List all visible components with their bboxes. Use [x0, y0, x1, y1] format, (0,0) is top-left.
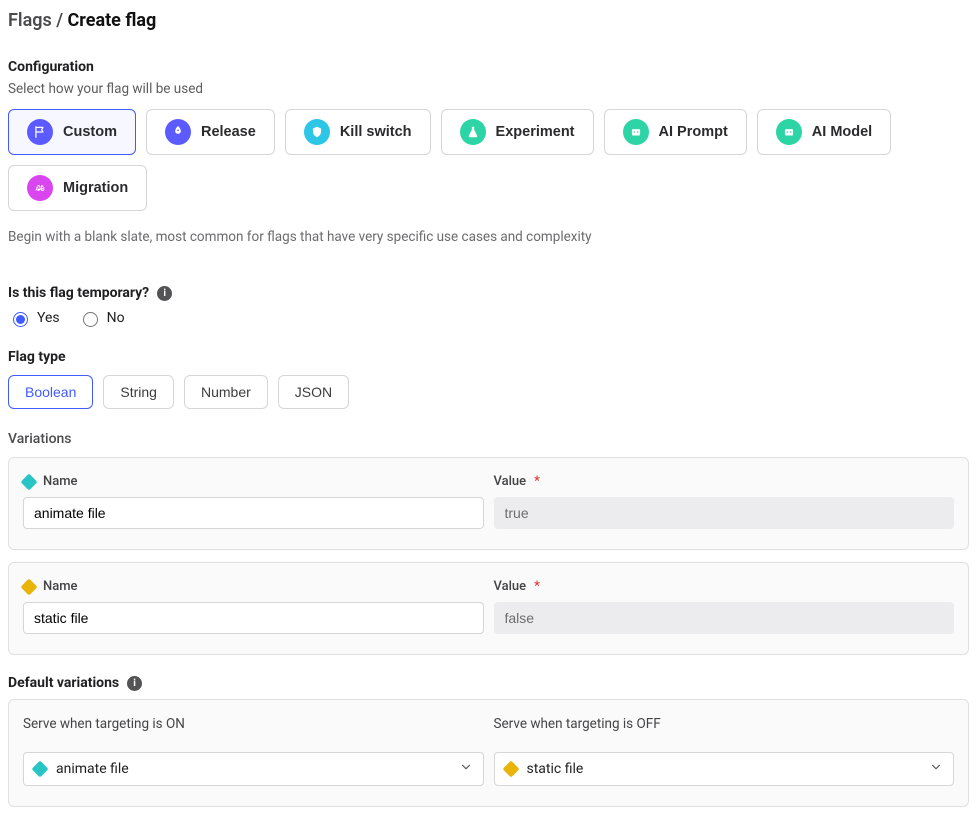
chevron-down-icon	[459, 760, 473, 778]
rocket-icon	[165, 119, 191, 145]
variation2-name-label: Name	[23, 579, 484, 594]
config-subtitle: Select how your flag will be used	[8, 81, 969, 97]
variation2-name-input[interactable]	[23, 602, 484, 634]
temporary-no-label[interactable]: No	[78, 309, 125, 327]
info-icon[interactable]: i	[127, 676, 142, 691]
diamond-icon	[21, 578, 38, 595]
config-kill-button[interactable]: Kill switch	[285, 109, 431, 155]
defaults-on-value: animate file	[56, 761, 129, 777]
config-custom-label: Custom	[63, 124, 117, 140]
temporary-question: Is this flag temporary?	[8, 285, 149, 301]
config-aiprompt-button[interactable]: AI Prompt	[604, 109, 747, 155]
flag-icon	[27, 119, 53, 145]
config-aimodel-button[interactable]: AI Model	[757, 109, 891, 155]
config-custom-button[interactable]: Custom	[8, 109, 136, 155]
config-aiprompt-label: AI Prompt	[659, 124, 728, 140]
diamond-icon	[21, 473, 38, 490]
breadcrumb-current: Create flag	[68, 10, 157, 31]
variation-row-2: Name Value *	[8, 562, 969, 655]
temporary-no-radio[interactable]	[83, 312, 98, 327]
defaults-off-label: Serve when targeting is OFF	[494, 716, 955, 732]
variation-row-1: Name Value *	[8, 457, 969, 550]
value-label-text: Value	[494, 579, 527, 594]
defaults-title: Default variations	[8, 675, 119, 691]
svg-text:A›B: A›B	[35, 186, 45, 192]
required-indicator: *	[534, 579, 540, 594]
diamond-icon	[32, 761, 49, 778]
breadcrumb-sep: /	[52, 10, 68, 31]
variations-title: Variations	[8, 431, 969, 447]
breadcrumb: Flags / Create flag	[8, 10, 969, 31]
name-label-text: Name	[43, 474, 78, 489]
config-release-label: Release	[201, 124, 256, 140]
variation1-name-label: Name	[23, 474, 484, 489]
config-title: Configuration	[8, 59, 969, 75]
defaults-off-value: static file	[527, 761, 584, 777]
defaults-panel: Serve when targeting is ON Serve when ta…	[8, 699, 969, 807]
config-kill-label: Kill switch	[340, 124, 412, 140]
diamond-icon	[502, 761, 519, 778]
flagtype-json-button[interactable]: JSON	[278, 375, 349, 409]
flagtype-options: Boolean String Number JSON	[8, 375, 969, 409]
config-description: Begin with a blank slate, most common fo…	[8, 229, 969, 245]
flagtype-string-button[interactable]: String	[103, 375, 174, 409]
flagtype-title: Flag type	[8, 349, 969, 365]
name-label-text: Name	[43, 579, 78, 594]
temporary-yes-label[interactable]: Yes	[8, 309, 60, 327]
temporary-question-row: Is this flag temporary? i	[8, 285, 969, 301]
config-migration-label: Migration	[63, 180, 128, 196]
required-indicator: *	[534, 474, 540, 489]
config-experiment-label: Experiment	[496, 124, 575, 140]
info-icon[interactable]: i	[157, 286, 172, 301]
flagtype-boolean-button[interactable]: Boolean	[8, 375, 93, 409]
variation2-value-label: Value *	[494, 579, 955, 594]
compare-icon: A›B	[27, 175, 53, 201]
variation1-value-label: Value *	[494, 474, 955, 489]
value-label-text: Value	[494, 474, 527, 489]
config-options: Custom Release Kill switch Experiment AI…	[8, 109, 969, 211]
flask-icon	[460, 119, 486, 145]
config-experiment-button[interactable]: Experiment	[441, 109, 594, 155]
config-migration-button[interactable]: A›B Migration	[8, 165, 147, 211]
flagtype-number-button[interactable]: Number	[184, 375, 268, 409]
temporary-radios: Yes No	[8, 309, 969, 327]
breadcrumb-parent[interactable]: Flags	[8, 10, 52, 31]
defaults-title-row: Default variations i	[8, 675, 969, 691]
temporary-yes-radio[interactable]	[13, 312, 28, 327]
config-aimodel-label: AI Model	[812, 124, 872, 140]
temporary-no-text: No	[107, 310, 125, 326]
variation2-value-input	[494, 602, 955, 634]
temporary-yes-text: Yes	[37, 310, 60, 326]
shield-icon	[304, 119, 330, 145]
variation1-name-input[interactable]	[23, 497, 484, 529]
config-release-button[interactable]: Release	[146, 109, 275, 155]
variation1-value-input	[494, 497, 955, 529]
chevron-down-icon	[929, 760, 943, 778]
defaults-on-label: Serve when targeting is ON	[23, 716, 484, 732]
robot-icon	[776, 119, 802, 145]
robot-icon	[623, 119, 649, 145]
